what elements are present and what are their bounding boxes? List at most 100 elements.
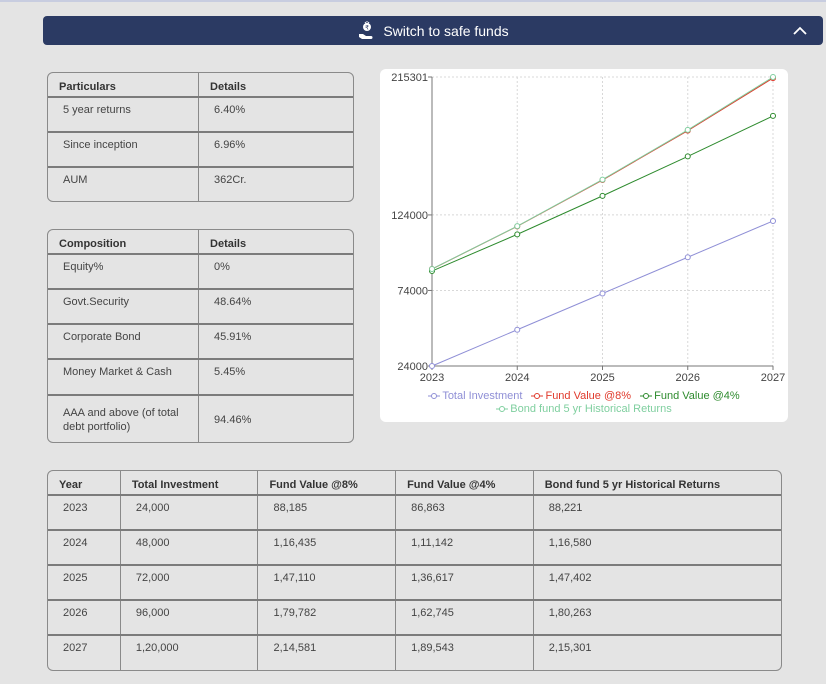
table-row: 2027 1,20,000 2,14,581 1,89,543 2,15,301 (48, 636, 781, 670)
hand-coin-icon: ₹ (359, 20, 373, 39)
cell-total-investment: 1,20,000 (121, 636, 259, 670)
legend-marker-icon (496, 406, 509, 412)
series-point-2 (684, 153, 691, 160)
header-fund-value-4: Fund Value @4% (396, 471, 534, 494)
cell-year: 2026 (48, 601, 121, 634)
header-details: Details (210, 238, 247, 250)
table-row: Equity% 0% (48, 255, 353, 290)
table-row: Since inception 6.96% (48, 133, 353, 168)
svg-text:₹: ₹ (365, 24, 369, 31)
x-tick-label: 2023 (420, 372, 444, 384)
legend-marker-icon (428, 393, 441, 399)
cell-fund-value-4: 86,863 (396, 496, 534, 529)
row-label: AAA and above (of total debt portfolio) (48, 396, 200, 442)
cell-fund-value-4: 1,11,142 (396, 531, 534, 564)
y-tick-label: 215301 (391, 72, 428, 84)
legend-label: Fund Value @8% (545, 390, 632, 402)
composition-table: Composition Details Equity% 0% Govt.Secu… (47, 229, 354, 443)
row-value: 45.91% (214, 331, 252, 343)
series-point-2 (599, 192, 606, 199)
header-fund-value-8: Fund Value @8% (258, 471, 397, 494)
legend-item[interactable]: Bond fund 5 yr Historical Returns (496, 403, 672, 415)
y-tick-label: 124000 (391, 210, 428, 222)
series-point-0 (599, 290, 606, 297)
cell-year: 2025 (48, 566, 121, 599)
row-label: AUM (48, 168, 200, 201)
header-total-investment: Total Investment (121, 471, 259, 494)
table-header: Year Total Investment Fund Value @8% Fun… (48, 471, 781, 496)
table-row: 2025 72,000 1,47,110 1,36,617 1,47,402 (48, 566, 781, 601)
projection-table: Year Total Investment Fund Value @8% Fun… (47, 470, 782, 671)
legend-item[interactable]: Fund Value @4% (640, 390, 740, 402)
table-row: Money Market & Cash 5.45% (48, 360, 353, 396)
banner-label: Switch to safe funds (383, 22, 509, 39)
series-point-3 (514, 223, 521, 230)
row-value: 0% (214, 261, 230, 273)
table-row: 2023 24,000 88,185 86,863 88,221 (48, 496, 781, 531)
header-bond-fund: Bond fund 5 yr Historical Returns (544, 479, 721, 491)
table-row: Corporate Bond 45.91% (48, 325, 353, 360)
table-row: 2026 96,000 1,79,782 1,62,745 1,80,263 (48, 601, 781, 636)
header-particulars: Particulars (48, 73, 200, 96)
row-value: 48.64% (214, 296, 252, 308)
cell-total-investment: 96,000 (121, 601, 259, 634)
series-point-3 (684, 126, 691, 133)
row-value: 362Cr. (214, 174, 247, 186)
table-header: Particulars Details (48, 73, 353, 98)
cell-fund-value-8: 1,79,782 (258, 601, 397, 634)
cell-bond-fund: 1,16,580 (548, 537, 592, 549)
cell-fund-value-8: 1,16,435 (258, 531, 397, 564)
row-label: 5 year returns (48, 98, 200, 131)
top-divider (0, 0, 826, 2)
row-value: 5.45% (214, 366, 246, 378)
header-details: Details (210, 81, 247, 93)
series-point-2 (514, 231, 521, 238)
table-row: AUM 362Cr. (48, 168, 353, 201)
cell-total-investment: 24,000 (121, 496, 259, 529)
series-point-0 (429, 363, 435, 369)
cell-bond-fund: 1,47,402 (548, 572, 592, 584)
row-label: Equity% (48, 255, 200, 288)
legend-marker-icon (640, 393, 653, 399)
legend-marker-icon (531, 393, 544, 399)
cell-bond-fund: 2,15,301 (548, 642, 592, 654)
table-row: Govt.Security 48.64% (48, 290, 353, 325)
series-point-0 (684, 254, 691, 261)
x-tick-label: 2024 (505, 372, 529, 384)
x-tick-label: 2025 (590, 372, 614, 384)
series-point-3 (599, 176, 606, 183)
cell-fund-value-8: 88,185 (258, 496, 397, 529)
y-tick-label: 74000 (397, 285, 428, 297)
row-value: 94.46% (214, 414, 252, 426)
series-point-2 (770, 112, 776, 119)
table-row: AAA and above (of total debt portfolio) … (48, 396, 353, 442)
cell-fund-value-8: 1,47,110 (258, 566, 397, 599)
returns-table: Particulars Details 5 year returns 6.40%… (47, 72, 354, 202)
cell-total-investment: 72,000 (121, 566, 259, 599)
row-label: Since inception (48, 133, 200, 166)
legend-label: Total Investment (442, 390, 523, 402)
legend-label: Fund Value @4% (654, 390, 740, 402)
x-tick-label: 2026 (676, 372, 700, 384)
series-point-3 (429, 265, 435, 272)
row-label: Money Market & Cash (48, 360, 200, 394)
cell-fund-value-4: 1,62,745 (396, 601, 534, 634)
series-point-0 (770, 217, 776, 224)
header-year: Year (48, 471, 121, 494)
chart-legend: Total Investment Fund Value @8% Fund Val… (380, 390, 788, 416)
cell-year: 2023 (48, 496, 121, 529)
row-label: Corporate Bond (48, 325, 200, 358)
line-chart-svg: 24000740001240002153012023 2024 2025 2026 20… (391, 72, 785, 384)
table-row: 5 year returns 6.40% (48, 98, 353, 133)
cell-total-investment: 48,000 (121, 531, 259, 564)
legend-item[interactable]: Fund Value @8% (531, 390, 631, 402)
switch-to-safe-funds-banner[interactable]: ₹ Switch to safe funds (43, 16, 823, 45)
chevron-up-icon[interactable] (791, 22, 809, 40)
table-header: Composition Details (48, 230, 353, 255)
cell-fund-value-8: 2,14,581 (258, 636, 397, 670)
cell-year: 2027 (48, 636, 121, 670)
legend-item[interactable]: Total Investment (428, 390, 522, 402)
x-tick-label: 2027 (761, 372, 785, 384)
table-row: 2024 48,000 1,16,435 1,11,142 1,16,580 (48, 531, 781, 566)
projection-chart: 24000 74000 124000 215301 2023 2024 2025 2026 20… (380, 69, 788, 422)
